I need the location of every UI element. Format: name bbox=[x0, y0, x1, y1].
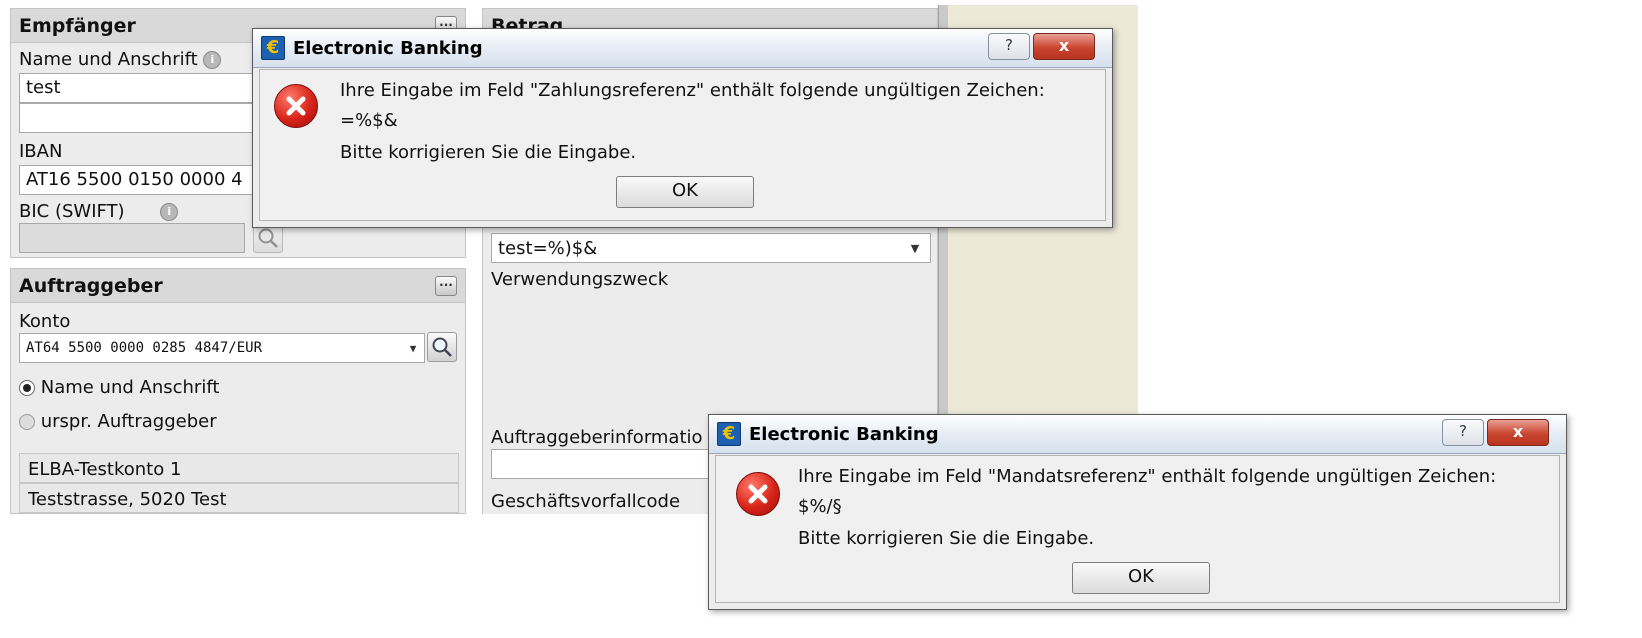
orderer-panel: Auftraggeber ... Konto AT64 5500 0000 02… bbox=[10, 268, 466, 514]
payment-reference-value: test=%)$& bbox=[498, 237, 598, 259]
dialog-body: Ihre Eingabe im Feld "Zahlungsreferenz" … bbox=[259, 69, 1106, 221]
error-icon bbox=[736, 472, 780, 516]
error-message-line1: Ihre Eingabe im Feld "Zahlungsreferenz" … bbox=[340, 80, 1045, 101]
dialog-body: Ihre Eingabe im Feld "Mandatsreferenz" e… bbox=[715, 455, 1560, 603]
account-select-value: AT64 5500 0000 0285 4847/EUR bbox=[26, 340, 263, 356]
error-icon bbox=[274, 84, 318, 128]
radio-original-orderer-label: urspr. Auftraggeber bbox=[40, 411, 217, 432]
dialog-titlebar[interactable]: € Electronic Banking ? x bbox=[709, 415, 1566, 454]
dialog-title: Electronic Banking bbox=[293, 38, 483, 59]
euro-icon: € bbox=[717, 422, 741, 446]
error-dialog-mandate-reference: € Electronic Banking ? x Ihre Eingabe im… bbox=[708, 414, 1567, 610]
iban-label: IBAN bbox=[19, 141, 63, 162]
ok-button[interactable]: OK bbox=[616, 176, 754, 208]
name-label-text: Name und Anschrift bbox=[19, 49, 198, 70]
account-name: ELBA-Testkonto 1 bbox=[19, 453, 459, 483]
account-address: Teststrasse, 5020 Test bbox=[19, 483, 459, 513]
radio-name-address-label: Name und Anschrift bbox=[40, 377, 220, 398]
orderer-title: Auftraggeber bbox=[19, 275, 163, 297]
radio-unchecked-icon[interactable] bbox=[19, 414, 35, 430]
name-label: Name und Anschrift i bbox=[19, 49, 222, 70]
error-message-line2: =%$& bbox=[340, 110, 398, 131]
dialog-title: Electronic Banking bbox=[749, 424, 939, 445]
purpose-label: Verwendungszweck bbox=[491, 269, 669, 290]
recipient-title: Empfänger bbox=[19, 15, 136, 37]
info-icon[interactable]: i bbox=[203, 51, 222, 69]
dialog-titlebar[interactable]: € Electronic Banking ? x bbox=[253, 29, 1112, 68]
orderer-info-label: Auftraggeberinformatio bbox=[491, 427, 703, 448]
search-icon bbox=[258, 228, 278, 248]
chevron-down-icon[interactable]: ▼ bbox=[900, 234, 930, 262]
orderer-header: Auftraggeber ... bbox=[11, 269, 465, 303]
info-icon[interactable]: i bbox=[160, 203, 179, 221]
close-button[interactable]: x bbox=[1487, 419, 1549, 446]
account-search-button[interactable] bbox=[427, 332, 457, 362]
error-dialog-payment-reference: € Electronic Banking ? x Ihre Eingabe im… bbox=[252, 28, 1113, 228]
help-button[interactable]: ? bbox=[988, 33, 1030, 60]
euro-icon: € bbox=[261, 36, 285, 60]
account-select[interactable]: AT64 5500 0000 0285 4847/EUR ▼ bbox=[19, 333, 425, 363]
payment-reference-select[interactable]: test=%)$& ▼ bbox=[491, 233, 931, 263]
radio-original-orderer[interactable]: urspr. Auftraggeber bbox=[19, 411, 217, 432]
error-message-line1: Ihre Eingabe im Feld "Mandatsreferenz" e… bbox=[798, 466, 1497, 487]
radio-checked-icon[interactable] bbox=[19, 380, 35, 396]
business-code-label: Geschäftsvorfallcode bbox=[491, 491, 681, 512]
bic-field[interactable] bbox=[19, 223, 245, 253]
account-label: Konto bbox=[19, 311, 71, 332]
error-message-line2: $%/§ bbox=[798, 496, 842, 517]
radio-name-address[interactable]: Name und Anschrift bbox=[19, 377, 219, 398]
chevron-down-icon[interactable]: ▼ bbox=[402, 334, 424, 362]
ok-button[interactable]: OK bbox=[1072, 562, 1210, 594]
bic-label-text: BIC (SWIFT) bbox=[19, 201, 125, 222]
help-button[interactable]: ? bbox=[1442, 419, 1484, 446]
close-button[interactable]: x bbox=[1033, 33, 1095, 60]
orderer-more-button[interactable]: ... bbox=[435, 276, 457, 296]
bic-label: BIC (SWIFT) i bbox=[19, 201, 179, 222]
error-message-line3: Bitte korrigieren Sie die Eingabe. bbox=[340, 142, 637, 163]
search-icon bbox=[432, 337, 452, 357]
error-message-line3: Bitte korrigieren Sie die Eingabe. bbox=[798, 528, 1095, 549]
